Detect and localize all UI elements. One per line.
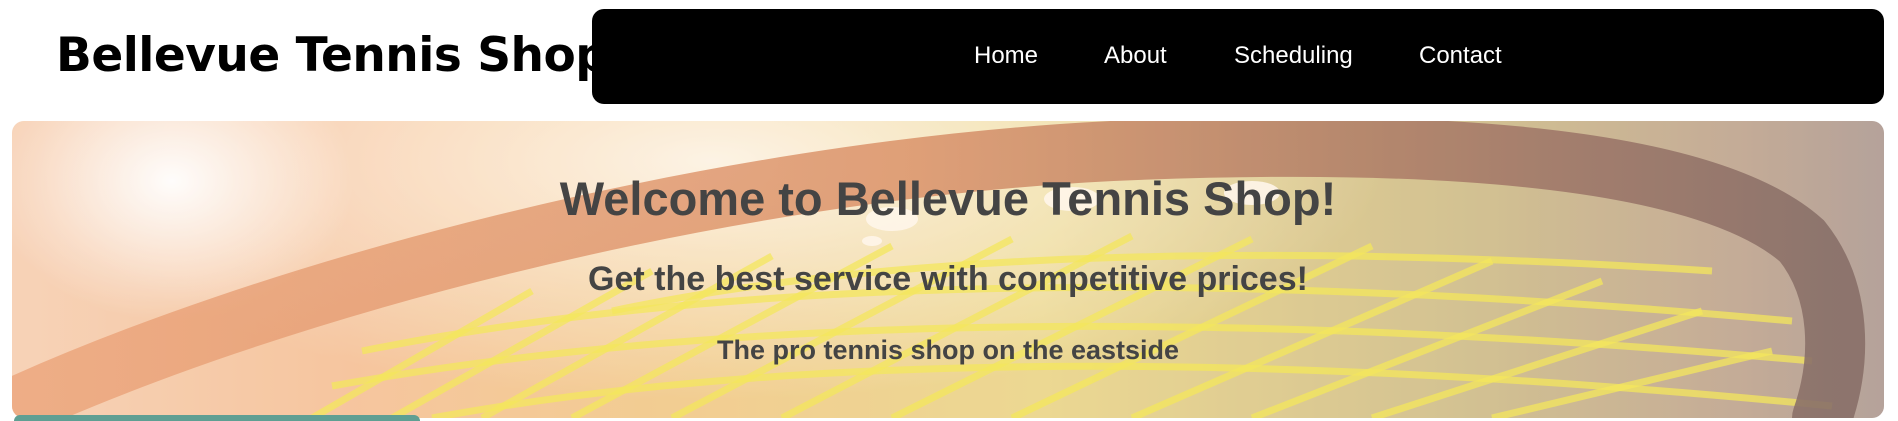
page-scrollbar[interactable]: [1886, 0, 1898, 420]
next-section-card-edge: [14, 415, 420, 421]
nav-link-about[interactable]: About: [1104, 42, 1167, 70]
hero-subtitle: Get the best service with competitive pr…: [588, 260, 1308, 298]
nav-link-scheduling[interactable]: Scheduling: [1234, 42, 1353, 70]
site-brand-title: Bellevue Tennis Shop: [56, 28, 609, 83]
hero-banner: Welcome to Bellevue Tennis Shop! Get the…: [12, 121, 1884, 418]
hero-title: Welcome to Bellevue Tennis Shop!: [559, 172, 1337, 225]
nav-link-contact[interactable]: Contact: [1419, 42, 1502, 70]
hero-tagline: The pro tennis shop on the eastside: [716, 335, 1180, 365]
nav-link-home[interactable]: Home: [974, 42, 1038, 70]
main-nav-bar: Home About Scheduling Contact: [592, 9, 1884, 104]
